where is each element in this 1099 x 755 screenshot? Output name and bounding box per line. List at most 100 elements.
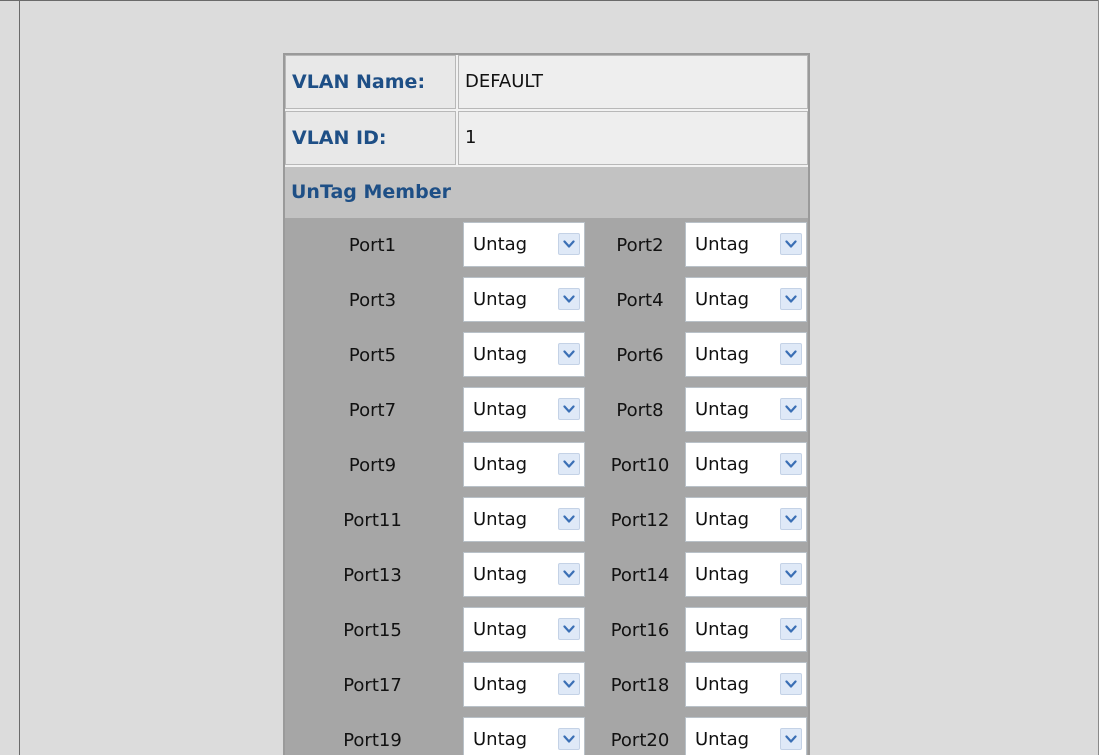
chevron-down-icon[interactable] (780, 563, 802, 585)
port-label: Port6 (616, 345, 664, 366)
port-row: Port19 Untag Port20 Untag (285, 713, 808, 755)
port-membership-select[interactable]: Untag (685, 387, 807, 432)
port-row: Port11 Untag Port12 Untag (285, 493, 808, 548)
port-membership-value: Untag (473, 344, 528, 365)
vlan-name-label: VLAN Name: (285, 55, 456, 109)
port-membership-select[interactable]: Untag (463, 277, 585, 322)
port-membership-value: Untag (473, 454, 528, 475)
port-membership-select[interactable]: Untag (685, 442, 807, 487)
port-membership-value: Untag (473, 509, 528, 530)
port-membership-select[interactable]: Untag (685, 607, 807, 652)
chevron-down-icon[interactable] (558, 618, 580, 640)
chevron-down-icon[interactable] (558, 398, 580, 420)
port-membership-value: Untag (695, 344, 750, 365)
port-row: Port1 Untag Port2 Untag (285, 218, 808, 273)
chevron-down-icon[interactable] (780, 398, 802, 420)
port-membership-value: Untag (473, 289, 528, 310)
chevron-down-icon[interactable] (780, 233, 802, 255)
port-membership-select[interactable]: Untag (463, 662, 585, 707)
window-left-border (19, 0, 20, 755)
port-membership-select[interactable]: Untag (685, 662, 807, 707)
port-label: Port4 (616, 290, 664, 311)
port-membership-select[interactable]: Untag (463, 607, 585, 652)
chevron-down-icon[interactable] (558, 673, 580, 695)
port-membership-select[interactable]: Untag (463, 442, 585, 487)
port-membership-value: Untag (473, 399, 528, 420)
chevron-down-icon[interactable] (780, 288, 802, 310)
port-label: Port10 (610, 455, 670, 476)
port-membership-value: Untag (473, 619, 528, 640)
chevron-down-icon[interactable] (558, 728, 580, 750)
vlan-name-row: VLAN Name: DEFAULT (285, 55, 808, 111)
chevron-down-icon[interactable] (558, 453, 580, 475)
port-row: Port15 Untag Port16 Untag (285, 603, 808, 658)
chevron-down-icon[interactable] (780, 453, 802, 475)
chevron-down-icon[interactable] (558, 288, 580, 310)
chevron-down-icon[interactable] (558, 233, 580, 255)
port-label: Port16 (610, 620, 670, 641)
port-label: Port1 (348, 235, 397, 256)
vlan-name-value: DEFAULT (458, 55, 808, 109)
chevron-down-icon[interactable] (558, 343, 580, 365)
port-membership-value: Untag (695, 399, 750, 420)
vlan-id-row: VLAN ID: 1 (285, 111, 808, 167)
port-label: Port19 (343, 730, 402, 751)
chevron-down-icon[interactable] (558, 508, 580, 530)
chevron-down-icon[interactable] (780, 673, 802, 695)
port-label: Port17 (343, 675, 402, 696)
port-label: Port14 (610, 565, 670, 586)
port-label: Port3 (348, 290, 397, 311)
port-membership-select[interactable]: Untag (685, 717, 807, 755)
port-membership-select[interactable]: Untag (685, 332, 807, 377)
port-row: Port13 Untag Port14 Untag (285, 548, 808, 603)
port-membership-value: Untag (473, 234, 528, 255)
port-membership-value: Untag (695, 729, 750, 750)
port-membership-value: Untag (695, 564, 750, 585)
port-membership-value: Untag (695, 454, 750, 475)
port-label: Port2 (616, 235, 664, 256)
port-label: Port18 (610, 675, 670, 696)
port-membership-select[interactable]: Untag (685, 222, 807, 267)
port-label: Port8 (616, 400, 664, 421)
port-row: Port17 Untag Port18 Untag (285, 658, 808, 713)
port-label: Port13 (343, 565, 402, 586)
port-label: Port20 (610, 730, 670, 751)
port-row: Port9 Untag Port10 Untag (285, 438, 808, 493)
port-label: Port11 (343, 510, 402, 531)
port-label: Port5 (348, 345, 397, 366)
chevron-down-icon[interactable] (780, 618, 802, 640)
port-membership-select[interactable]: Untag (463, 497, 585, 542)
chevron-down-icon[interactable] (780, 508, 802, 530)
port-label: Port12 (610, 510, 670, 531)
port-membership-value: Untag (473, 674, 528, 695)
port-membership-value: Untag (695, 289, 750, 310)
vlan-id-label: VLAN ID: (285, 111, 456, 165)
vlan-id-value: 1 (458, 111, 808, 165)
port-label: Port7 (348, 400, 397, 421)
port-row: Port5 Untag Port6 Untag (285, 328, 808, 383)
port-membership-select[interactable]: Untag (685, 497, 807, 542)
port-membership-select[interactable]: Untag (463, 387, 585, 432)
chevron-down-icon[interactable] (558, 563, 580, 585)
port-membership-select[interactable]: Untag (463, 552, 585, 597)
port-membership-value: Untag (695, 234, 750, 255)
port-label: Port15 (343, 620, 402, 641)
port-row: Port7 Untag Port8 Untag (285, 383, 808, 438)
port-membership-value: Untag (695, 619, 750, 640)
vlan-settings-panel: VLAN Name: DEFAULT VLAN ID: 1 UnTag Memb… (283, 53, 810, 755)
port-membership-select[interactable]: Untag (463, 332, 585, 377)
port-membership-value: Untag (473, 564, 528, 585)
port-membership-value: Untag (473, 729, 528, 750)
untag-member-heading: UnTag Member (285, 167, 808, 218)
port-label: Port9 (348, 455, 397, 476)
port-row: Port3 Untag Port4 Untag (285, 273, 808, 328)
window-top-border (0, 0, 1099, 1)
port-membership-select[interactable]: Untag (463, 222, 585, 267)
chevron-down-icon[interactable] (780, 343, 802, 365)
port-membership-select[interactable]: Untag (463, 717, 585, 755)
port-membership-value: Untag (695, 509, 750, 530)
chevron-down-icon[interactable] (780, 728, 802, 750)
port-membership-select[interactable]: Untag (685, 277, 807, 322)
port-member-grid: Port1 Untag Port2 Untag Port3 Untag Port4 Untag… (285, 218, 808, 755)
port-membership-select[interactable]: Untag (685, 552, 807, 597)
